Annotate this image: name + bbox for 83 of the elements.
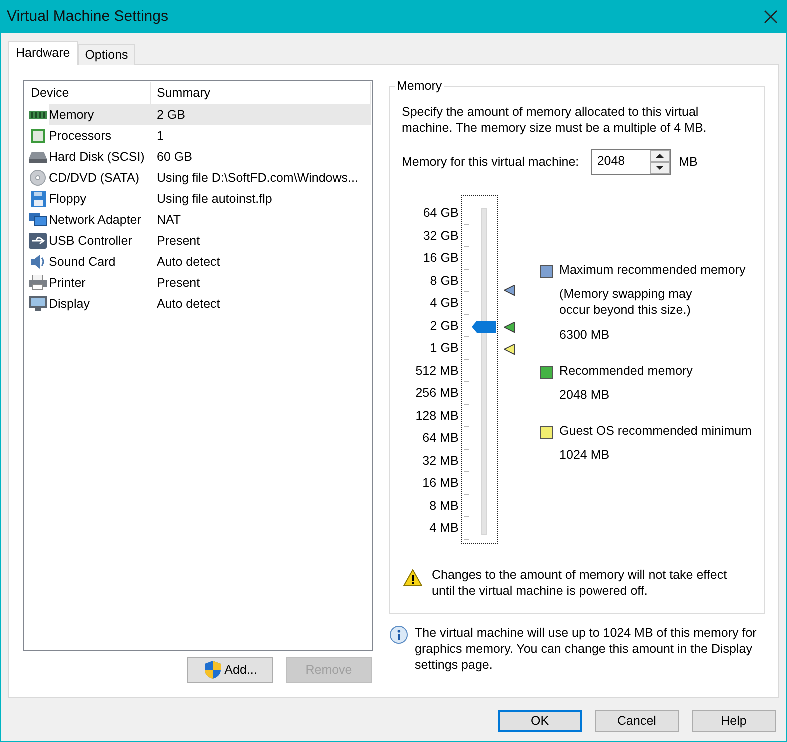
device-summary: Auto detect (156, 296, 222, 312)
device-row[interactable]: Sound Card Auto detect (49, 251, 371, 272)
group-title: Memory (395, 79, 444, 93)
legend-value: 2048 MB (560, 388, 611, 402)
scale-label: 16 MB (422, 475, 459, 492)
dialog-button[interactable]: Help (692, 710, 776, 732)
monitor-icon (28, 296, 48, 312)
device-name: Printer (49, 274, 87, 292)
scale-label: 16 GB (423, 250, 459, 267)
device-name: Memory (49, 106, 96, 124)
device-name: Hard Disk (SCSI) (49, 148, 146, 166)
scale-label: 256 MB (416, 385, 459, 402)
printer-icon (28, 274, 48, 290)
device-row[interactable]: CD/DVD (SATA) Using file D:\SoftFD.com\Windows... (49, 167, 371, 188)
device-row[interactable]: Printer Present (49, 272, 371, 293)
scale-label: 2 GB (430, 318, 459, 334)
add-button[interactable]: Add... (187, 657, 273, 683)
device-summary: Present (156, 232, 202, 250)
scale-label: 64 MB (422, 430, 459, 447)
device-name: CD/DVD (SATA) (49, 170, 141, 186)
device-row[interactable]: Floppy Using file autoinst.flp (49, 188, 371, 209)
marker-icon (504, 344, 516, 355)
warning-text: Changes to the amount of memory will not take effect until the virtual machine is powered off. (432, 567, 728, 599)
device-summary: Using file D:\SoftFD.com\Windows... (156, 170, 360, 186)
tab[interactable]: Options (78, 44, 136, 65)
device-summary: Using file autoinst.flp (156, 190, 274, 208)
warning-icon (403, 569, 423, 587)
memory-description: Specify the amount of memory allocated to this virtual machine. The memory size must be a multiple of 4 MB. (402, 104, 708, 136)
legend-note: (Memory swapping may occur beyond this size.) (560, 286, 694, 318)
memory-slider[interactable] (460, 195, 498, 544)
scale-label: 32 MB (422, 452, 459, 470)
close-icon[interactable] (764, 10, 778, 24)
device-name: Processors (49, 128, 113, 144)
memory-input[interactable]: 2048 (591, 149, 652, 175)
device-row[interactable]: Hard Disk (SCSI) 60 GB (49, 146, 371, 167)
marker-icon (504, 322, 516, 332)
device-row[interactable]: USB Controller Present (49, 230, 371, 251)
floppy-icon (28, 190, 48, 206)
scale-label: 1 GB (430, 340, 459, 357)
device-summary: NAT (156, 212, 182, 228)
scale-label: 32 GB (423, 228, 459, 244)
device-row[interactable]: Memory 2 GB (49, 104, 371, 125)
scale-label: 64 GB (423, 205, 459, 222)
device-summary: Auto detect (156, 254, 222, 270)
legend-label: Recommended memory (560, 364, 693, 378)
dialog-button[interactable]: Cancel (595, 710, 679, 732)
device-summary: 1 (156, 128, 165, 144)
shield-icon (202, 660, 223, 680)
device-name: Network Adapter (49, 212, 142, 228)
scale-label: 8 MB (430, 498, 459, 514)
legend-label: Maximum recommended memory (560, 263, 746, 277)
legend-value: 1024 MB (560, 448, 611, 462)
scale-label: 4 MB (430, 520, 459, 537)
unit-label: MB (679, 155, 698, 169)
tab[interactable]: Hardware (8, 41, 78, 65)
scale-label: 128 MB (416, 408, 459, 424)
device-name: USB Controller (49, 232, 134, 250)
device-name: Sound Card (49, 254, 117, 270)
device-summary: Present (156, 274, 202, 292)
info-icon (389, 626, 409, 646)
device-row[interactable]: Display Auto detect (49, 293, 371, 314)
device-name: Display (49, 296, 91, 312)
device-row[interactable]: Processors 1 (49, 125, 371, 146)
field-label: Memory for this virtual machine: (402, 155, 580, 169)
marker-icon (504, 285, 516, 296)
dialog-button[interactable]: OK (498, 710, 582, 732)
legend-label: Guest OS recommended minimum (560, 424, 752, 438)
scale-label: 4 GB (430, 295, 459, 312)
scale-label: 8 GB (430, 272, 459, 290)
device-name: Floppy (49, 190, 88, 208)
info-text: The virtual machine will use up to 1024 MB of this memory for graphics memory. You can change this amount in the Display settings page. (415, 625, 758, 673)
disc-icon (28, 170, 48, 186)
device-summary: 2 GB (156, 106, 186, 124)
spin-arrows-icon[interactable] (650, 149, 672, 175)
device-row[interactable]: Network Adapter NAT (49, 209, 371, 230)
slider-thumb[interactable] (472, 321, 496, 334)
legend-value: 6300 MB (560, 328, 611, 342)
window-title: Virtual Machine Settings (7, 8, 168, 25)
scale-label: 512 MB (416, 362, 459, 380)
processor-icon (28, 128, 48, 144)
device-summary: 60 GB (156, 148, 194, 166)
network-icon (28, 212, 48, 228)
usb-icon (28, 232, 48, 248)
